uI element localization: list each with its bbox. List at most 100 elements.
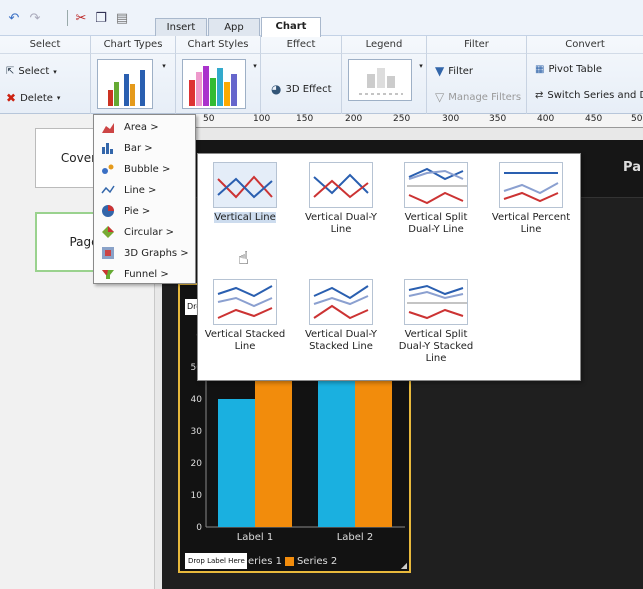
option-vertical-stacked-line-label: Vertical Stacked Line: [204, 329, 286, 352]
x-tick-label: Label 1: [237, 532, 274, 543]
tab-app[interactable]: App: [208, 18, 260, 37]
option-vertical-percent-line[interactable]: Vertical Percent Line: [486, 162, 576, 236]
ruler-tick: 200: [345, 114, 363, 124]
switch-series-button[interactable]: ⇄ Switch Series and D: [535, 90, 643, 101]
group-effect: ◕ 3D Effect: [261, 54, 342, 114]
legend-series2-swatch: [284, 556, 294, 566]
chart-styles-dropdown-icon[interactable]: ▾: [250, 62, 260, 70]
group-filter: ▼ Filter ▽ Manage Filters: [427, 54, 527, 114]
filter-funnel-icon: ▼: [435, 64, 445, 78]
drop-label-bottom[interactable]: Drop Label Here: [185, 553, 247, 569]
option-vertical-dual-y-line[interactable]: Vertical Dual-Y Line: [296, 162, 386, 236]
group-chart-styles: ▾: [176, 54, 261, 114]
chart-types-menu: Area > Bar > Bubble > Line > Pie > Circu…: [93, 114, 196, 284]
redo-icon[interactable]: ↷: [27, 10, 43, 26]
menu-item-bar[interactable]: Bar >: [94, 138, 195, 158]
menu-item-line[interactable]: Line >: [94, 180, 195, 200]
legend-dropdown-icon[interactable]: ▾: [416, 62, 426, 70]
option-vertical-split-dual-y-stacked-line-label: Vertical Split Dual-Y Stacked Line: [398, 329, 474, 364]
paste-icon[interactable]: ▤: [114, 10, 130, 26]
vertical-dual-y-stacked-line-icon: [309, 279, 373, 325]
option-vertical-line[interactable]: Vertical Line: [200, 162, 290, 224]
pie-chart-icon: [101, 204, 115, 218]
menu-item-pie[interactable]: Pie >: [94, 201, 195, 221]
pivot-table-icon: ▦: [535, 64, 545, 75]
menu-item-area-label: Area >: [124, 121, 159, 133]
3d-graph-icon: [101, 246, 115, 260]
ruler-tick: 50: [203, 114, 215, 124]
menu-item-funnel[interactable]: Funnel >: [94, 264, 195, 284]
tab-chart[interactable]: Chart: [261, 17, 321, 37]
y-tick-label: 40: [191, 395, 203, 405]
y-tick-label: 20: [191, 459, 203, 469]
group-select: ⇱ Select ▾ ✖ Delete ▾: [0, 54, 91, 114]
chart-types-dropdown-icon[interactable]: ▾: [159, 62, 169, 70]
tab-insert[interactable]: Insert: [155, 18, 207, 37]
menu-item-pie-label: Pie >: [124, 205, 151, 217]
group-effect-header: Effect: [261, 36, 342, 54]
menu-item-bubble[interactable]: Bubble >: [94, 159, 195, 179]
group-select-header: Select: [0, 36, 91, 54]
3d-effect-label: 3D Effect: [285, 83, 332, 95]
ruler-tick: 450: [585, 114, 603, 124]
menu-item-area[interactable]: Area >: [94, 117, 195, 137]
option-vertical-percent-line-label: Vertical Percent Line: [491, 212, 571, 235]
menu-item-3d-graphs[interactable]: 3D Graphs >: [94, 243, 195, 263]
legend-gallery[interactable]: [348, 59, 412, 101]
select-label: Select: [18, 66, 50, 77]
select-button[interactable]: ⇱ Select ▾: [6, 66, 57, 77]
option-vertical-dual-y-stacked-line-label: Vertical Dual-Y Stacked Line: [304, 329, 378, 352]
area-chart-icon: [101, 120, 115, 134]
vertical-percent-line-icon: [499, 162, 563, 208]
ruler-tick: 350: [489, 114, 507, 124]
y-tick-label: 30: [191, 427, 203, 437]
option-vertical-stacked-line[interactable]: Vertical Stacked Line: [200, 279, 290, 353]
toolbar-separator: [67, 10, 68, 26]
menu-item-circular[interactable]: Circular >: [94, 222, 195, 242]
menu-item-bubble-label: Bubble >: [124, 163, 171, 175]
bar-chart-preview-icon: [108, 70, 145, 106]
chart-types-gallery[interactable]: [97, 59, 153, 109]
pivot-table-button[interactable]: ▦ Pivot Table: [535, 64, 602, 75]
group-legend: ▾: [342, 54, 427, 114]
title-toolbar: ↶ ↷ ✂ ❐ ▤ Insert App Chart: [0, 0, 643, 37]
resize-handle-icon[interactable]: ◢: [401, 561, 407, 570]
chevron-down-icon: ▾: [56, 94, 61, 102]
menu-item-circular-label: Circular >: [124, 226, 175, 238]
delete-button[interactable]: ✖ Delete ▾: [6, 91, 60, 105]
delete-x-icon: ✖: [6, 91, 17, 105]
option-vertical-split-dual-y-stacked-line[interactable]: Vertical Split Dual-Y Stacked Line: [391, 279, 481, 365]
undo-icon[interactable]: ↶: [6, 10, 22, 26]
group-chart-types: ▾: [91, 54, 176, 114]
circular-chart-icon: [101, 225, 115, 239]
vertical-split-dual-y-line-icon: [404, 162, 468, 208]
ruler-tick: 50: [631, 114, 643, 124]
chart-styles-gallery[interactable]: [182, 59, 246, 109]
legend-series2-label: Series 2: [296, 555, 338, 567]
cursor-icon: ⇱: [6, 66, 15, 77]
group-chart-styles-header: Chart Styles: [176, 36, 261, 54]
manage-filters-button[interactable]: ▽ Manage Filters: [435, 90, 521, 104]
group-filter-header: Filter: [427, 36, 527, 54]
option-vertical-line-label: Vertical Line: [214, 212, 276, 223]
option-vertical-split-dual-y-line[interactable]: Vertical Split Dual-Y Line: [391, 162, 481, 236]
switch-series-icon: ⇄: [535, 90, 544, 101]
vertical-dual-y-line-icon: [309, 162, 373, 208]
funnel-chart-icon: [101, 267, 115, 281]
delete-label: Delete: [20, 92, 53, 104]
horizontal-ruler: 50 100 150 200 250 300 350 400 450 50: [155, 114, 643, 128]
3d-effect-button[interactable]: ◕ 3D Effect: [271, 82, 332, 96]
ruler-tick: 400: [537, 114, 555, 124]
cut-icon[interactable]: ✂: [73, 10, 89, 26]
copy-icon[interactable]: ❐: [93, 10, 109, 26]
option-vertical-dual-y-stacked-line[interactable]: Vertical Dual-Y Stacked Line: [296, 279, 386, 353]
option-vertical-split-dual-y-line-label: Vertical Split Dual-Y Line: [404, 212, 468, 235]
ruler-tick: 150: [296, 114, 314, 124]
ruler-tick: 300: [442, 114, 460, 124]
dark-page-title: Pa: [623, 160, 641, 175]
line-chart-icon: [101, 183, 115, 197]
ribbon: Select Chart Types Chart Styles Effect L…: [0, 36, 643, 114]
filter-button[interactable]: ▼ Filter: [435, 64, 473, 78]
bar-1-series-1: [218, 399, 255, 527]
group-chart-types-header: Chart Types: [91, 36, 176, 54]
